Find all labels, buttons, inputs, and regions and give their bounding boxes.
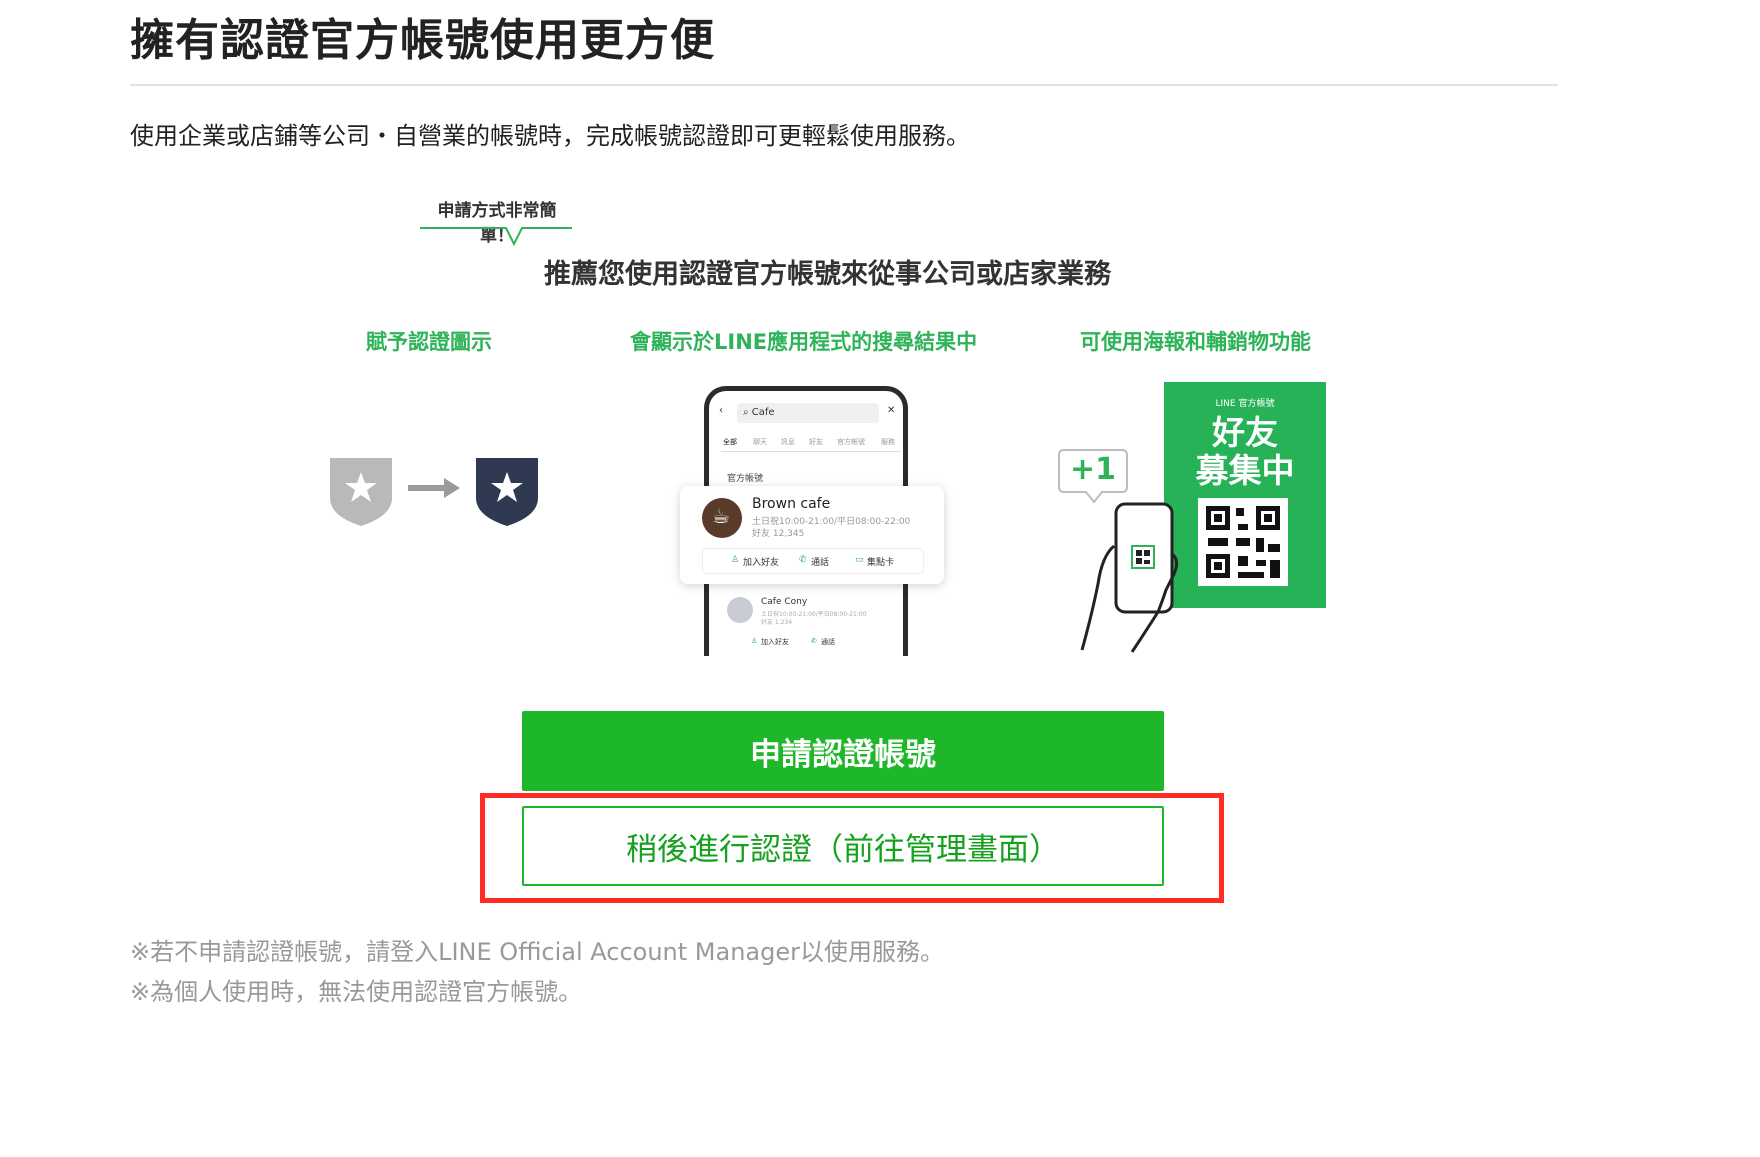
poster-headline: 好友 募集中 [1164,414,1326,490]
verify-later-button[interactable]: 稍後進行認證（前往管理畫面） [522,806,1164,886]
poster-line-1: 好友 [1212,413,1278,452]
navy-shield-icon [476,458,538,526]
feature-label-search: 會顯示於LINE應用程式的搜尋結果中 [630,330,978,354]
cafe-friends: 好友 12,345 [752,529,805,539]
close-icon: ✕ [887,405,896,416]
promo-subtitle: 推薦您使用認證官方帳號來從事公司或店家業務 [544,259,1111,290]
search-result-card: ☕ Brown cafe 土日祝10:00-21:00/平日08:00-22:0… [680,486,944,584]
cafe-friends: 好友 1,234 [761,619,793,626]
page-title: 擁有認證官方帳號使用更方便 [130,15,715,66]
phone-tab: 好友 [809,438,823,446]
phone-search-bar: ‹ ⌕ Cafe ✕ [719,403,896,425]
point-card-icon: ▭ [855,555,864,565]
poster-brand-label: LINE 官方帳號 [1215,399,1275,409]
phone-tab: 聊天 [753,438,767,446]
add-friend-icon: ♙ [751,637,758,645]
qr-code-icon [1198,498,1288,586]
cafe-name: Cafe Cony [761,597,808,607]
card-action-bar: ♙ 加入好友 ✆ 通話 ▭ 集點卡 [702,548,924,574]
phone-section-label: 官方帳號 [727,474,764,484]
note-text: ※為個人使用時，無法使用認證官方帳號。 [130,978,583,1006]
add-friend-label: 加入好友 [743,558,780,568]
call-label: 通話 [811,558,830,568]
phone-tab: 官方帳號 [837,438,865,446]
call-icon: ✆ [811,637,817,645]
apply-verification-button[interactable]: 申請認證帳號 [522,711,1164,791]
cafe-avatar: ☕ [702,498,742,538]
phone-tab: 全部 [723,438,737,446]
speech-bubble-tail [420,227,572,247]
arrow-right-icon [408,478,460,498]
plus-one-label: +1 [1069,452,1116,487]
hand-holding-phone-icon [1080,502,1179,653]
add-friend-icon: ♙ [731,555,740,565]
page-description: 使用企業或店鋪等公司・自營業的帳號時，完成帳號認證即可更輕鬆使用服務。 [130,122,970,150]
cafe-meta: 土日祝10:00-21:00/平日08:00-22:00 好友 12,345 [752,516,910,540]
phone-tab: 服務 [881,438,895,446]
note-text: ※若不申請認證帳號，請登入LINE Official Account Manag… [130,938,944,966]
add-friend-label: 加入好友 [761,638,789,646]
phone-tab: 訊息 [781,438,795,446]
point-card-label: 集點卡 [867,558,895,568]
call-label: 通話 [821,638,835,646]
call-icon: ✆ [799,555,807,565]
grey-shield-icon [330,458,392,526]
title-divider [130,84,1558,86]
feature-label-poster: 可使用海報和輔銷物功能 [1080,330,1311,354]
phone-search-text: ⌕ Cafe [743,407,775,418]
cafe-name: Brown cafe [752,496,831,512]
phone-tab-bar: 全部 聊天 訊息 好友 官方帳號 服務 [721,437,901,452]
poster-line-2: 募集中 [1195,451,1295,490]
cafe-hours: 土日祝10:00-21:00/平日08:00-22:00 [752,517,911,527]
cafe-avatar [727,597,753,623]
feature-label-badge: 賦予認證圖示 [366,330,492,354]
coffee-cup-icon: ☕ [712,504,730,528]
back-chevron-icon: ‹ [719,405,723,416]
